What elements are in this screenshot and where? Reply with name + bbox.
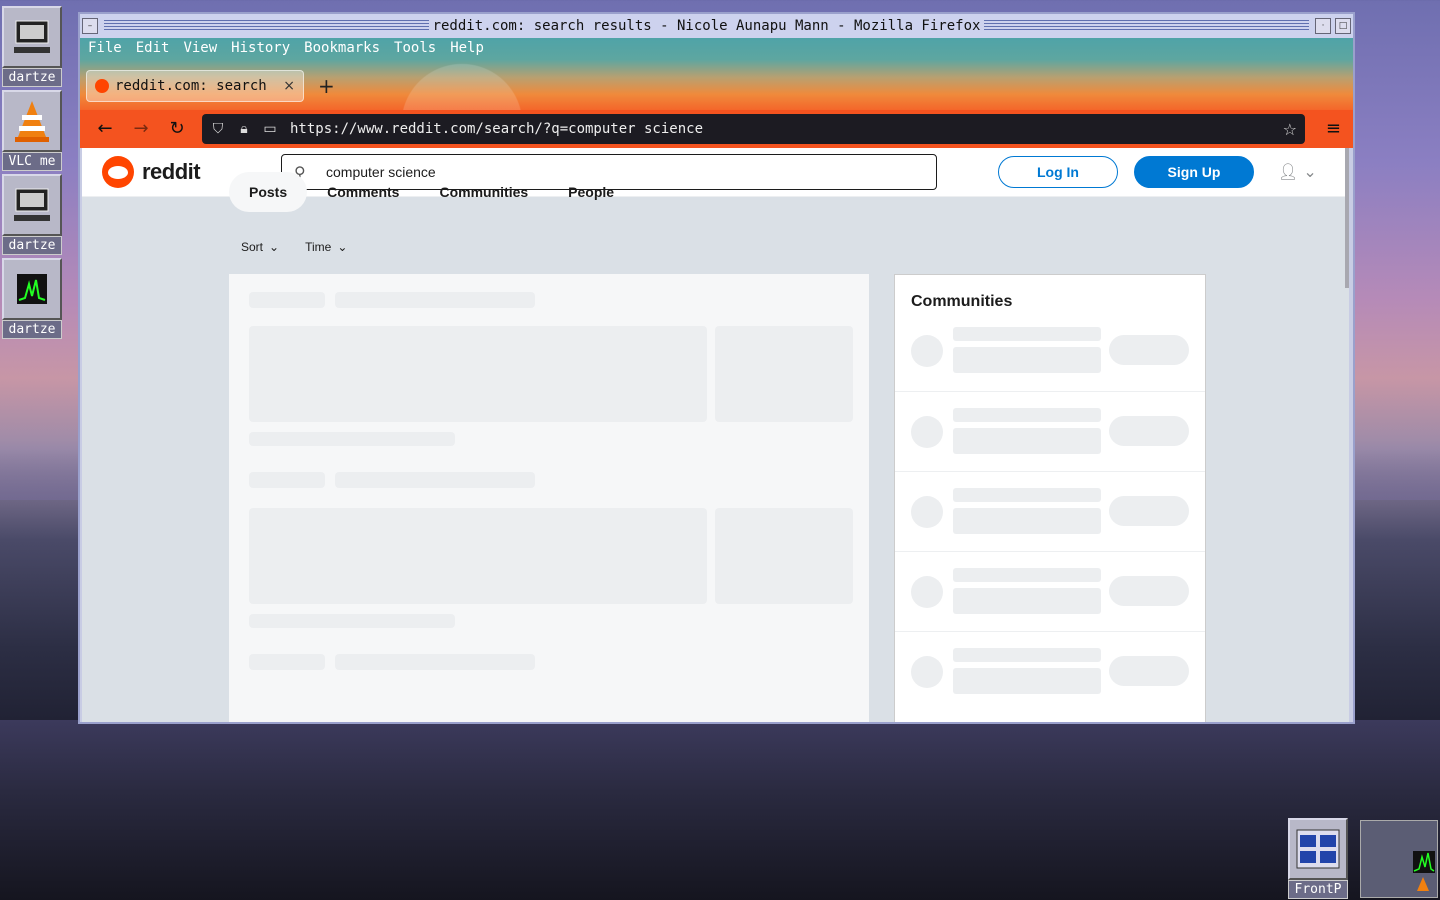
skeleton-thumbnail xyxy=(715,326,853,422)
monitor-graph-icon xyxy=(2,258,62,320)
menu-tools[interactable]: Tools xyxy=(394,40,436,56)
tab-posts[interactable]: Posts xyxy=(229,172,308,212)
firefox-window: – reddit.com: search results - Nicole Au… xyxy=(78,12,1355,724)
community-skeleton-row xyxy=(895,471,1205,552)
new-tab-button[interactable]: + xyxy=(318,74,335,98)
reddit-page: reddit ⚲ Log In Sign Up 👤︎ ⌄ Posts Comme… xyxy=(82,148,1349,722)
desktop-icon-label: VLC me xyxy=(2,152,62,171)
window-titlebar[interactable]: – reddit.com: search results - Nicole Au… xyxy=(80,14,1353,39)
maximize-button[interactable]: □ xyxy=(1335,18,1351,34)
reddit-wordmark: reddit xyxy=(142,159,201,184)
desktop-icon-label: dartze xyxy=(2,320,62,339)
close-tab-icon[interactable]: × xyxy=(283,78,295,94)
reddit-logo[interactable]: reddit xyxy=(102,156,201,188)
tab-comments[interactable]: Comments xyxy=(307,172,419,212)
time-dropdown[interactable]: Time ⌄ xyxy=(305,240,347,254)
sign-up-button[interactable]: Sign Up xyxy=(1134,156,1254,188)
desktop-icon-dartze-1[interactable]: dartze xyxy=(2,6,62,87)
computer-icon xyxy=(2,6,62,68)
communities-sidebar: Communities xyxy=(894,274,1206,722)
vlc-cone-icon xyxy=(2,90,62,152)
menu-view[interactable]: View xyxy=(183,40,217,56)
menu-bookmarks[interactable]: Bookmarks xyxy=(304,40,380,56)
menu-help[interactable]: Help xyxy=(450,40,484,56)
browser-tab[interactable]: reddit.com: search × xyxy=(86,70,304,102)
url-text[interactable]: https://www.reddit.com/search/?q=compute… xyxy=(290,121,703,137)
reddit-favicon-icon xyxy=(95,79,109,93)
skeleton-line xyxy=(335,472,535,488)
reload-icon[interactable]: ↻ xyxy=(166,118,188,140)
tab-people[interactable]: People xyxy=(548,172,634,212)
url-bar[interactable]: ⛉ 🔒︎ ▭ https://www.reddit.com/search/?q=… xyxy=(202,114,1305,144)
dock-label: FrontP xyxy=(1288,880,1348,899)
menu-history[interactable]: History xyxy=(231,40,290,56)
community-skeleton-row xyxy=(895,631,1205,712)
window-grid-icon xyxy=(1288,818,1348,880)
minimize-button[interactable]: · xyxy=(1315,18,1331,34)
chevron-down-icon: ⌄ xyxy=(269,240,280,254)
desktop-pager[interactable] xyxy=(1360,820,1438,898)
hamburger-menu-icon[interactable]: ≡ xyxy=(1326,118,1341,139)
desktop-icon-label: dartze xyxy=(2,236,62,255)
skeleton-line xyxy=(249,472,325,488)
menubar: File Edit View History Bookmarks Tools H… xyxy=(88,40,484,56)
skeleton-block xyxy=(249,326,707,422)
bookmark-star-icon[interactable]: ☆ xyxy=(1283,120,1297,139)
pager-preview-icon xyxy=(1413,851,1435,891)
forward-arrow-icon[interactable]: → xyxy=(130,118,152,140)
skeleton-block xyxy=(249,508,707,604)
desktop-icon-dartze-3[interactable]: dartze xyxy=(2,258,62,339)
computer-icon xyxy=(2,174,62,236)
community-skeleton-row xyxy=(895,391,1205,472)
desktop-icon-vlc[interactable]: VLC me xyxy=(2,90,62,171)
skeleton-line xyxy=(249,654,325,670)
navigation-toolbar: ← → ↻ ⛉ 🔒︎ ▭ https://www.reddit.com/sear… xyxy=(80,110,1353,148)
search-type-tabs: Posts Comments Communities People xyxy=(229,172,634,212)
sort-controls: Sort ⌄ Time ⌄ xyxy=(241,240,347,254)
tab-communities[interactable]: Communities xyxy=(419,172,548,212)
menu-edit[interactable]: Edit xyxy=(136,40,170,56)
log-in-button[interactable]: Log In xyxy=(998,156,1118,188)
desktop-icon-label: dartze xyxy=(2,68,62,87)
menu-file[interactable]: File xyxy=(88,40,122,56)
skeleton-line xyxy=(249,292,325,308)
community-skeleton-row xyxy=(895,551,1205,632)
lock-icon[interactable]: 🔒︎ xyxy=(234,121,254,137)
skeleton-line xyxy=(249,614,455,628)
page-scrollbar[interactable] xyxy=(1345,148,1349,288)
communities-title: Communities xyxy=(911,293,1013,310)
skeleton-line xyxy=(335,292,535,308)
sort-dropdown[interactable]: Sort ⌄ xyxy=(241,240,279,254)
browser-chrome: File Edit View History Bookmarks Tools H… xyxy=(80,38,1353,110)
skeleton-thumbnail xyxy=(715,508,853,604)
reddit-snoo-icon xyxy=(102,156,134,188)
skeleton-line xyxy=(335,654,535,670)
tab-label: reddit.com: search xyxy=(115,78,267,94)
skeleton-line xyxy=(249,432,455,446)
window-title: reddit.com: search results - Nicole Auna… xyxy=(432,18,981,34)
back-arrow-icon[interactable]: ← xyxy=(94,118,116,140)
beach-background xyxy=(0,720,1440,900)
desktop-icon-dartze-2[interactable]: dartze xyxy=(2,174,62,255)
community-skeleton-row xyxy=(895,311,1205,391)
permissions-icon[interactable]: ▭ xyxy=(260,121,280,137)
chevron-down-icon: ⌄ xyxy=(337,240,348,254)
window-menu-button[interactable]: – xyxy=(82,18,98,34)
frontpage-dock-icon[interactable]: FrontP xyxy=(1288,818,1348,899)
posts-loading-skeleton xyxy=(229,274,869,722)
shield-icon[interactable]: ⛉ xyxy=(208,121,228,137)
user-menu-icon[interactable]: 👤︎ ⌄ xyxy=(1278,162,1317,181)
